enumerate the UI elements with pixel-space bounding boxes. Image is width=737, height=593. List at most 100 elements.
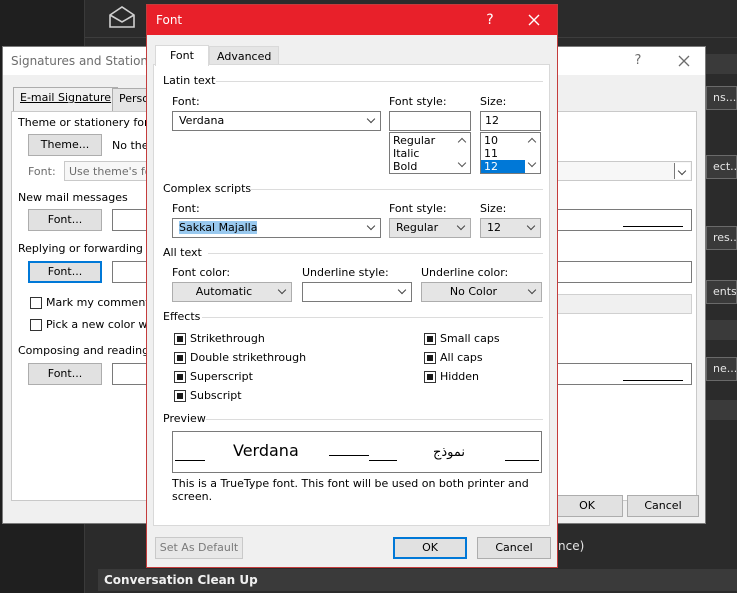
theme-button[interactable]: Theme... — [28, 134, 102, 156]
new-mail-sample-end — [552, 209, 692, 231]
effects-group-line — [202, 317, 543, 318]
preview-group-line — [206, 419, 543, 420]
strikethrough-label: Strikethrough — [190, 332, 265, 345]
list-item-selected[interactable]: 12 — [481, 160, 525, 173]
double-strikethrough-checkbox[interactable] — [174, 352, 186, 364]
all-text-group-line — [208, 253, 543, 254]
complex-size-label: Size: — [480, 202, 507, 215]
new-mail-label: New mail messages — [18, 191, 128, 204]
font-color-select[interactable]: Automatic — [172, 282, 292, 302]
reply-sample-end — [552, 261, 692, 283]
close-icon[interactable] — [523, 10, 545, 30]
preview-line — [175, 460, 205, 461]
complex-font-label: Font: — [172, 202, 200, 215]
small-caps-checkbox[interactable] — [424, 333, 436, 345]
hidden-checkbox[interactable] — [424, 371, 436, 383]
help-icon[interactable]: ? — [479, 10, 501, 30]
complex-font-select[interactable]: Sakkal Majalla — [172, 218, 381, 238]
help-icon[interactable]: ? — [627, 51, 649, 71]
theme-font-select[interactable]: Use theme's fon — [64, 161, 158, 181]
complex-style-label: Font style: — [389, 202, 447, 215]
font-dialog-title: Font — [156, 13, 183, 27]
font-ok-button[interactable]: OK — [393, 537, 467, 559]
chevron-down-icon — [362, 112, 380, 130]
all-text-group-title: All text — [163, 246, 202, 259]
tab-font[interactable]: Font — [155, 45, 209, 66]
chevron-down-icon — [362, 219, 380, 237]
new-mail-font-button[interactable]: Font... — [28, 209, 102, 231]
theme-font-select-end[interactable] — [552, 161, 692, 181]
preview-line — [369, 460, 397, 461]
latin-size-label: Size: — [480, 95, 507, 108]
signatures-ok-button[interactable]: OK — [551, 495, 623, 517]
complex-scripts-group-title: Complex scripts — [163, 182, 252, 195]
bg-signatures-button[interactable]: res... — [706, 226, 737, 250]
font-preview-box: Verdana نموذج — [172, 431, 542, 473]
preview-complex-sample: نموذج — [433, 445, 466, 460]
composing-sample-end — [552, 363, 692, 385]
pick-color-checkbox[interactable] — [30, 319, 42, 331]
latin-group-line — [216, 81, 543, 82]
complex-group-line — [250, 189, 543, 190]
scroll-down-icon[interactable] — [455, 158, 469, 172]
set-as-default-button[interactable]: Set As Default — [155, 537, 243, 559]
reply-font-button[interactable]: Font... — [28, 261, 102, 283]
underline-style-select[interactable] — [302, 282, 412, 302]
tab-advanced[interactable]: Advanced — [209, 46, 280, 65]
font-label: Font: — [28, 165, 56, 178]
conversation-cleanup-title: Conversation Clean Up — [104, 573, 258, 587]
all-caps-label: All caps — [440, 351, 483, 364]
strikethrough-checkbox[interactable] — [174, 333, 186, 345]
theme-label: Theme or stationery for n — [18, 116, 159, 129]
subscript-checkbox[interactable] — [174, 390, 186, 402]
composing-label: Composing and reading p — [18, 344, 160, 357]
small-caps-label: Small caps — [440, 332, 500, 345]
scrollbar[interactable] — [525, 134, 539, 172]
tab-email-signature[interactable]: E-mail Signature — [13, 87, 119, 111]
font-cancel-button[interactable]: Cancel — [477, 537, 551, 559]
underline-color-select[interactable]: No Color — [421, 282, 542, 302]
mark-comments-field[interactable] — [552, 294, 692, 314]
mark-comments-checkbox[interactable] — [30, 297, 42, 309]
chevron-down-icon — [523, 283, 541, 301]
latin-font-select[interactable]: Verdana — [172, 111, 381, 131]
effects-group-title: Effects — [163, 310, 201, 323]
superscript-label: Superscript — [190, 370, 253, 383]
close-icon[interactable] — [673, 51, 695, 71]
font-dialog: Font ? Font Advanced Latin text Font: Ve… — [146, 4, 558, 568]
bg-section-band — [706, 400, 737, 420]
complex-style-select[interactable]: Regular — [389, 218, 471, 238]
latin-size-input[interactable]: 12 — [480, 111, 541, 131]
bg-select-button[interactable]: ect... — [706, 155, 737, 179]
preview-line — [505, 460, 539, 461]
scrollbar[interactable] — [455, 134, 469, 172]
latin-text-group-title: Latin text — [163, 74, 216, 87]
latin-style-input[interactable] — [389, 111, 471, 131]
bg-editor-options-button[interactable]: ns... — [706, 86, 737, 110]
bg-compose-button[interactable]: ne... — [706, 357, 737, 381]
underline-color-label: Underline color: — [421, 266, 509, 279]
scroll-down-icon[interactable] — [525, 158, 539, 172]
envelope-icon — [108, 6, 136, 28]
superscript-checkbox[interactable] — [174, 371, 186, 383]
underline-style-label: Underline style: — [302, 266, 389, 279]
double-strikethrough-label: Double strikethrough — [190, 351, 307, 364]
signatures-dialog-title: Signatures and Stationery — [11, 54, 168, 68]
complex-size-select[interactable]: 12 — [480, 218, 541, 238]
latin-style-label: Font style: — [389, 95, 447, 108]
bg-attachments-button[interactable]: ents... — [706, 280, 737, 304]
signatures-cancel-button[interactable]: Cancel — [627, 495, 699, 517]
chevron-down-icon — [452, 219, 470, 237]
all-caps-checkbox[interactable] — [424, 352, 436, 364]
chevron-down-icon — [273, 283, 291, 301]
scroll-up-icon[interactable] — [455, 134, 469, 148]
bg-option-text: nce) — [558, 539, 585, 553]
preview-line — [329, 455, 369, 456]
replying-label: Replying or forwarding m — [18, 242, 158, 255]
latin-style-list[interactable]: Regular Italic Bold — [389, 132, 471, 174]
latin-size-list[interactable]: 10 11 12 — [480, 132, 541, 174]
chevron-down-icon — [522, 219, 540, 237]
composing-font-button[interactable]: Font... — [28, 363, 102, 385]
chevron-down-icon — [674, 163, 690, 179]
scroll-up-icon[interactable] — [525, 134, 539, 148]
